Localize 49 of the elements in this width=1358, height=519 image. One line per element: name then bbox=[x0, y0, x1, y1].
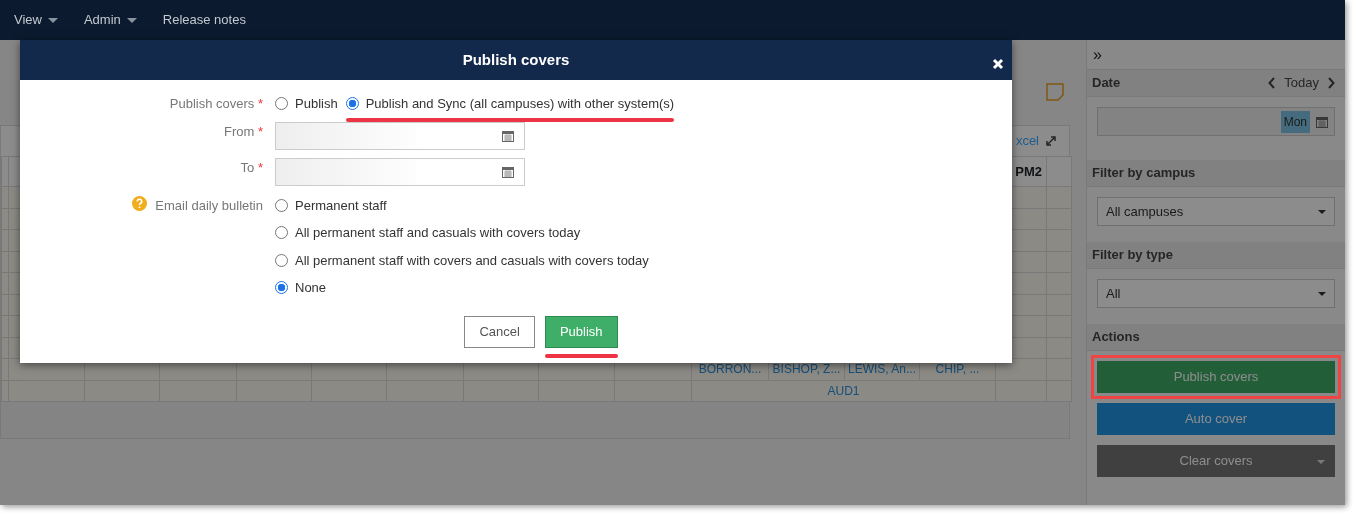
calendar-icon[interactable] bbox=[1316, 115, 1328, 128]
option-label: Publish bbox=[295, 95, 338, 113]
room-label[interactable]: AUD1 bbox=[691, 380, 996, 402]
previous-icon[interactable] bbox=[1268, 77, 1277, 89]
next-icon[interactable] bbox=[1327, 77, 1335, 89]
export-link[interactable]: xcel bbox=[1015, 131, 1039, 151]
caret-icon bbox=[1318, 291, 1326, 296]
caret-icon bbox=[1318, 209, 1326, 214]
section-title: Actions bbox=[1092, 328, 1140, 347]
field-label: From * bbox=[223, 122, 263, 141]
filter-select[interactable]: All campuses bbox=[1097, 197, 1335, 226]
calendar-icon[interactable] bbox=[502, 165, 514, 178]
nav-menu-item[interactable]: View bbox=[14, 10, 58, 30]
dialog-title: Publish covers bbox=[462, 49, 570, 70]
filter-select[interactable]: All bbox=[1097, 279, 1335, 308]
day-badge: Mon bbox=[1280, 110, 1310, 133]
radio-button[interactable] bbox=[275, 253, 288, 267]
section-title: Filter by type bbox=[1092, 246, 1173, 265]
radio-button[interactable] bbox=[275, 97, 288, 111]
date-field[interactable]: Mon bbox=[1097, 107, 1335, 136]
collapse-button[interactable]: » bbox=[1093, 42, 1102, 67]
field-label: To * bbox=[240, 158, 263, 177]
option-label: None bbox=[295, 279, 327, 297]
field-label: Publish covers * bbox=[169, 95, 263, 113]
option-label: Permanent staff bbox=[295, 196, 387, 215]
date-field[interactable] bbox=[275, 157, 525, 186]
action-button[interactable]: Publish covers bbox=[1097, 361, 1335, 393]
date-field[interactable] bbox=[275, 121, 525, 150]
calendar-icon[interactable] bbox=[502, 129, 514, 142]
option-label: All permanent staff with covers and casuals with covers today bbox=[295, 251, 649, 270]
radio-button[interactable] bbox=[345, 97, 359, 111]
nav-menu-item[interactable]: Admin bbox=[83, 10, 137, 30]
nav-menu-item[interactable]: Release notes bbox=[162, 10, 246, 30]
close-icon[interactable] bbox=[992, 58, 1004, 71]
action-button[interactable]: Clear covers bbox=[1097, 445, 1335, 477]
field-label: Email daily bulletin bbox=[155, 196, 263, 215]
radio-button[interactable] bbox=[275, 281, 288, 295]
caret-icon bbox=[1317, 459, 1325, 464]
cancel-button[interactable]: Cancel bbox=[464, 315, 535, 348]
radio-button[interactable] bbox=[275, 198, 288, 212]
expand-icon[interactable] bbox=[1045, 135, 1057, 147]
section-title: Filter by campus bbox=[1092, 164, 1196, 183]
today-link[interactable]: Today bbox=[1284, 73, 1319, 93]
publish-button[interactable]: Publish bbox=[544, 315, 618, 348]
radio-button[interactable] bbox=[275, 226, 288, 240]
option-label: Publish and Sync (all campuses) with other system(s) bbox=[365, 95, 675, 113]
option-label: All permanent staff and casuals with covers today bbox=[295, 224, 581, 242]
section-title: Date bbox=[1092, 74, 1121, 93]
action-button[interactable]: Auto cover bbox=[1097, 403, 1335, 435]
